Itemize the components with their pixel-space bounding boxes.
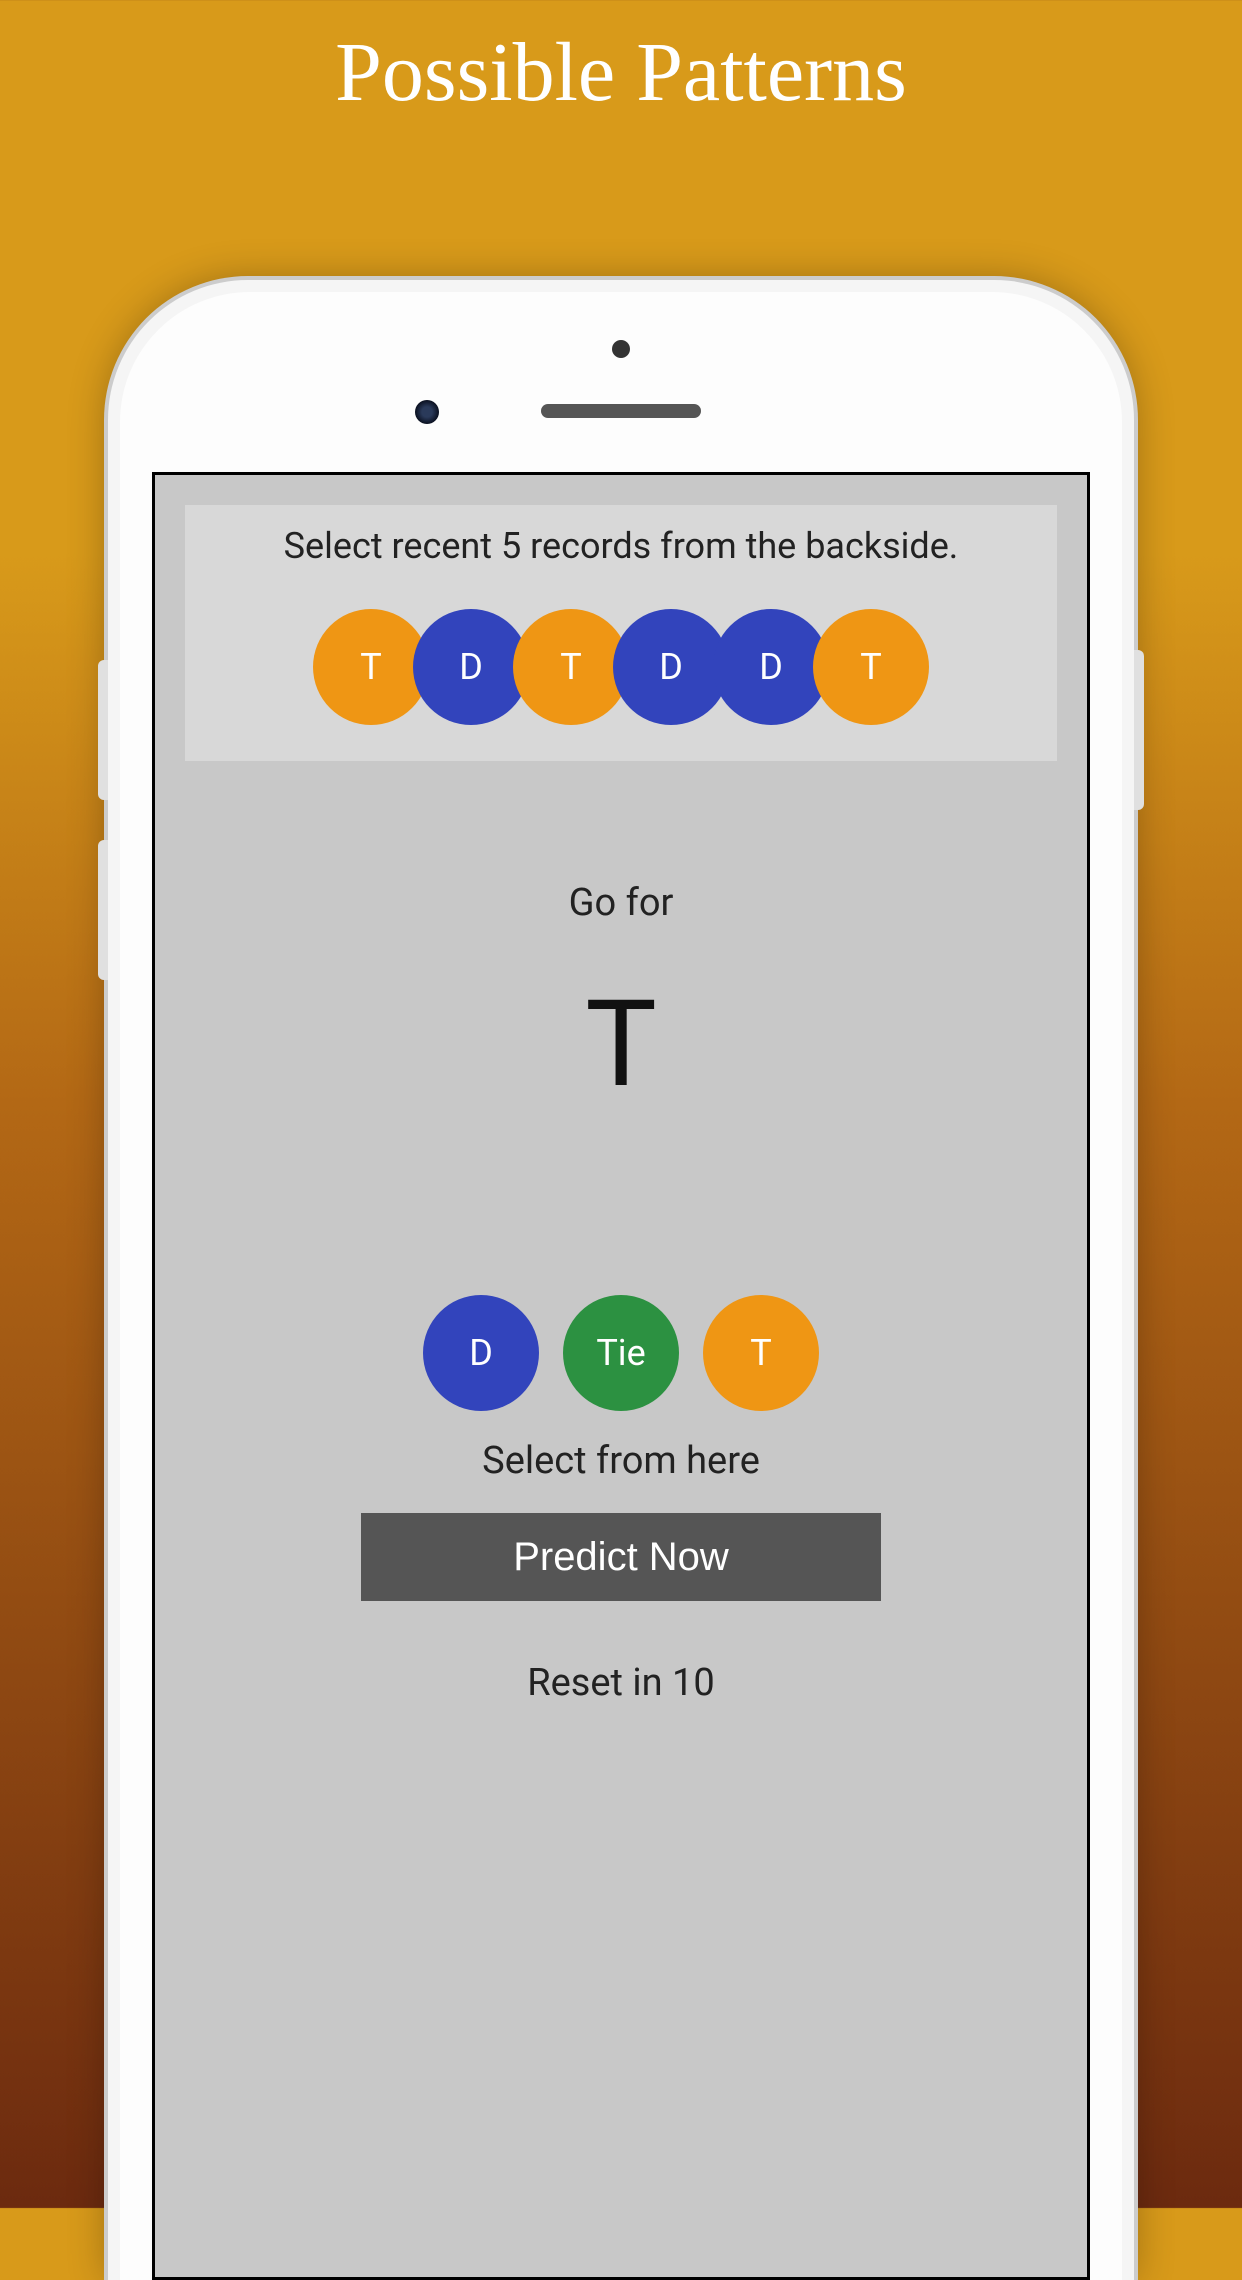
speaker-icon (541, 404, 701, 418)
power-button (1134, 650, 1144, 810)
select-option-t[interactable]: T (703, 1295, 819, 1411)
predict-now-button[interactable]: Predict Now (361, 1513, 881, 1601)
reset-countdown: Reset in 10 (155, 1661, 1087, 1705)
phone-bezel: Select recent 5 records from the backsid… (120, 292, 1122, 2280)
select-instruction: Select from here (155, 1439, 1087, 1483)
go-for-label: Go for (155, 881, 1087, 925)
sensor-icon (612, 340, 630, 358)
record-chip[interactable]: D (613, 609, 729, 725)
records-instruction: Select recent 5 records from the backsid… (185, 525, 1057, 567)
record-chip[interactable]: T (313, 609, 429, 725)
phone-frame: Select recent 5 records from the backsid… (108, 280, 1134, 2280)
record-chip[interactable]: T (513, 609, 629, 725)
records-panel: Select recent 5 records from the backsid… (185, 505, 1057, 761)
app-screen: Select recent 5 records from the backsid… (152, 472, 1090, 2280)
select-option-tie[interactable]: Tie (563, 1295, 679, 1411)
records-row: T D T D D T (185, 609, 1057, 725)
select-options-row: D Tie T (155, 1295, 1087, 1411)
volume-up-button (98, 660, 108, 800)
select-option-d[interactable]: D (423, 1295, 539, 1411)
prediction-section: Go for T (155, 881, 1087, 1115)
page-title: Possible Patterns (0, 0, 1242, 121)
record-chip[interactable]: T (813, 609, 929, 725)
volume-down-button (98, 840, 108, 980)
record-chip[interactable]: D (413, 609, 529, 725)
camera-icon (415, 400, 439, 424)
go-for-value: T (155, 975, 1087, 1115)
record-chip[interactable]: D (713, 609, 829, 725)
